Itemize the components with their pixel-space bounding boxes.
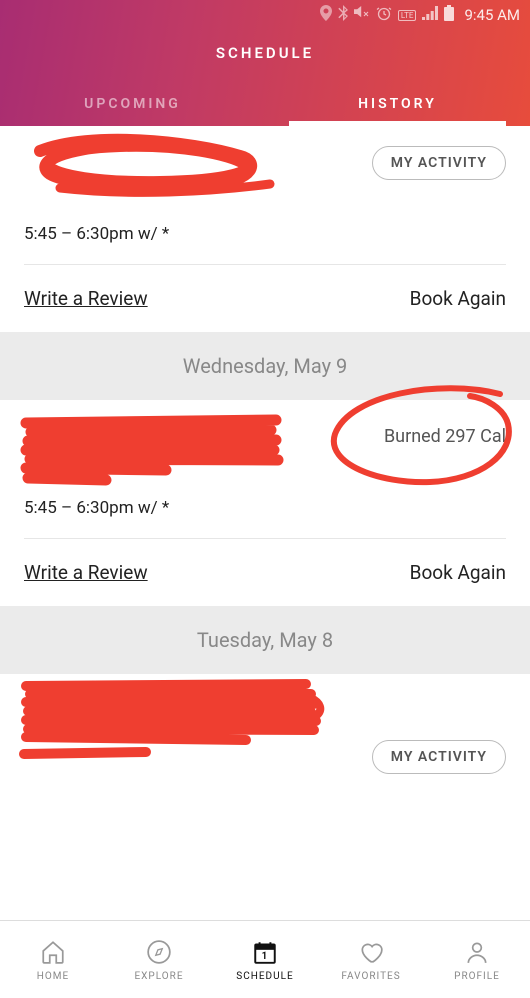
nav-label: EXPLORE bbox=[134, 971, 183, 982]
signal-icon bbox=[422, 6, 438, 24]
class-time: 5:45 – 6:30pm w/ * bbox=[24, 224, 372, 244]
tab-upcoming[interactable]: UPCOMING bbox=[0, 82, 265, 126]
mute-icon bbox=[354, 6, 370, 24]
nav-favorites[interactable]: FAVORITES bbox=[318, 921, 424, 998]
class-time bbox=[24, 772, 372, 792]
bluetooth-icon bbox=[338, 5, 348, 25]
class-subtitle bbox=[24, 448, 384, 468]
nav-label: PROFILE bbox=[454, 971, 500, 982]
burned-text: Burned 297 Cal bbox=[384, 426, 506, 447]
status-time: 9:45 AM bbox=[464, 6, 520, 24]
book-again-link[interactable]: Book Again bbox=[410, 561, 506, 584]
my-activity-button[interactable]: MY ACTIVITY bbox=[372, 146, 506, 180]
class-subtitle bbox=[24, 722, 372, 742]
item-actions: Write a Review Book Again bbox=[0, 539, 530, 606]
class-title bbox=[24, 694, 372, 718]
nav-label: SCHEDULE bbox=[236, 971, 293, 982]
class-title bbox=[24, 420, 384, 444]
date-header: Wednesday, May 9 bbox=[0, 332, 530, 400]
nav-schedule[interactable]: 1 SCHEDULE bbox=[212, 921, 318, 998]
nav-profile[interactable]: PROFILE bbox=[424, 921, 530, 998]
my-activity-button[interactable]: MY ACTIVITY bbox=[372, 740, 506, 774]
bottom-nav: HOME EXPLORE 1 SCHEDULE FAVORITES PROFIL… bbox=[0, 920, 530, 998]
lte-icon: LTE bbox=[398, 10, 417, 21]
nav-label: HOME bbox=[37, 971, 69, 982]
svg-text:1: 1 bbox=[262, 951, 269, 962]
nav-label: FAVORITES bbox=[341, 971, 400, 982]
nav-home[interactable]: HOME bbox=[0, 921, 106, 998]
tab-history[interactable]: HISTORY bbox=[265, 82, 530, 126]
write-review-link[interactable]: Write a Review bbox=[24, 561, 148, 584]
heart-icon bbox=[356, 937, 386, 967]
compass-icon bbox=[144, 937, 174, 967]
battery-icon bbox=[444, 5, 454, 25]
nav-explore[interactable]: EXPLORE bbox=[106, 921, 212, 998]
profile-icon bbox=[462, 937, 492, 967]
page-title: SCHEDULE bbox=[0, 30, 530, 82]
app-header: LTE 9:45 AM SCHEDULE UPCOMING HISTORY bbox=[0, 0, 530, 126]
schedule-item[interactable]: 5:45 – 6:30pm w/ * MY ACTIVITY bbox=[0, 126, 530, 265]
home-icon bbox=[38, 937, 68, 967]
status-bar: LTE 9:45 AM bbox=[0, 0, 530, 30]
item-actions: Write a Review Book Again bbox=[0, 265, 530, 332]
schedule-list: 5:45 – 6:30pm w/ * MY ACTIVITY Write a R… bbox=[0, 126, 530, 920]
schedule-item[interactable]: MY ACTIVITY bbox=[0, 674, 530, 802]
calendar-icon: 1 bbox=[250, 937, 280, 967]
write-review-link[interactable]: Write a Review bbox=[24, 287, 148, 310]
class-time: 5:45 – 6:30pm w/ * bbox=[24, 498, 384, 518]
alarm-icon bbox=[376, 5, 392, 25]
tabs: UPCOMING HISTORY bbox=[0, 82, 530, 126]
book-again-link[interactable]: Book Again bbox=[410, 287, 506, 310]
date-header: Tuesday, May 8 bbox=[0, 606, 530, 674]
class-title bbox=[24, 146, 372, 170]
schedule-item[interactable]: 5:45 – 6:30pm w/ * Burned 297 Cal bbox=[0, 400, 530, 539]
class-subtitle bbox=[24, 174, 372, 194]
location-icon bbox=[320, 5, 332, 25]
